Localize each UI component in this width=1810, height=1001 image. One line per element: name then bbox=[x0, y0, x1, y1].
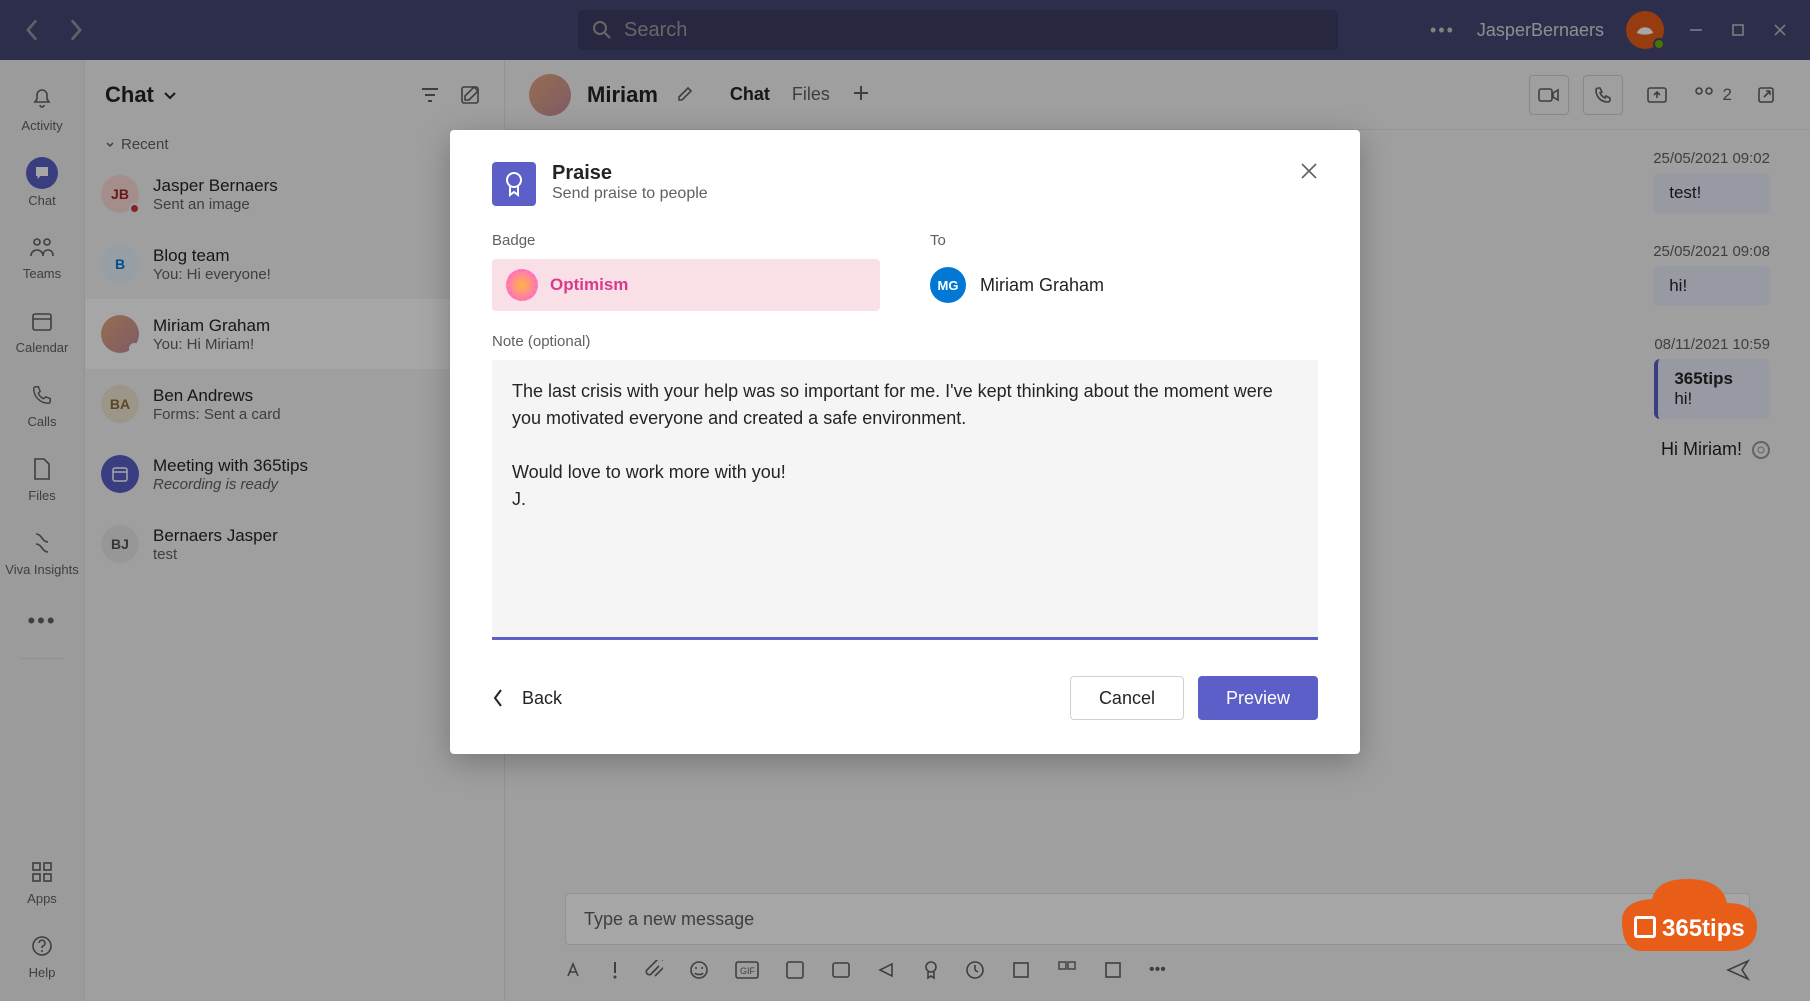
svg-text:365tips: 365tips bbox=[1662, 915, 1745, 942]
app-root: Search ••• JasperBernaers Activity Chat bbox=[0, 0, 1810, 1001]
to-label: To bbox=[930, 232, 1318, 249]
cancel-button[interactable]: Cancel bbox=[1070, 676, 1184, 720]
modal-title: Praise bbox=[552, 162, 708, 185]
note-label: Note (optional) bbox=[492, 333, 1318, 350]
modal-subtitle: Send praise to people bbox=[552, 185, 708, 203]
praise-app-icon bbox=[492, 162, 536, 206]
praise-modal: Praise Send praise to people Badge Optim… bbox=[450, 130, 1360, 754]
badge-name: Optimism bbox=[550, 275, 628, 295]
back-button[interactable]: Back bbox=[492, 688, 562, 709]
optimism-badge-icon bbox=[506, 269, 538, 301]
recipient-avatar: MG bbox=[930, 267, 966, 303]
close-icon[interactable] bbox=[1300, 162, 1318, 180]
badge-selector[interactable]: Optimism bbox=[492, 259, 880, 311]
chevron-left-icon bbox=[492, 688, 504, 708]
watermark-logo: 365tips bbox=[1602, 861, 1772, 961]
recipient-chip[interactable]: MG Miriam Graham bbox=[930, 259, 1318, 311]
recipient-name: Miriam Graham bbox=[980, 275, 1104, 296]
badge-label: Badge bbox=[492, 232, 880, 249]
modal-overlay: Praise Send praise to people Badge Optim… bbox=[0, 0, 1810, 1001]
note-textarea[interactable]: The last crisis with your help was so im… bbox=[492, 360, 1318, 640]
preview-button[interactable]: Preview bbox=[1198, 676, 1318, 720]
